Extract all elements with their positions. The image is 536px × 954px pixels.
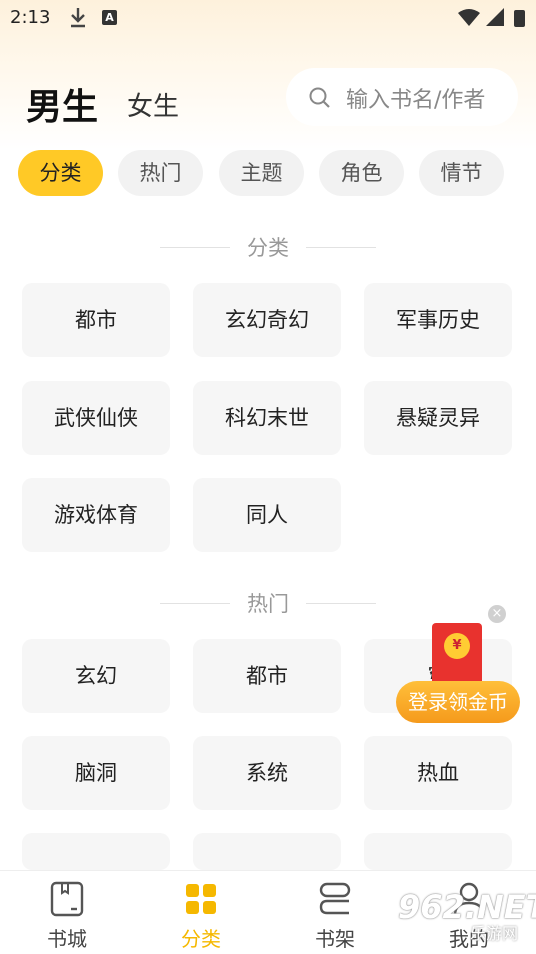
category-card[interactable]: 悬疑灵异: [364, 381, 512, 455]
wifi-icon: [458, 9, 480, 26]
watermark-sub: 乐游网: [470, 924, 519, 943]
category-card[interactable]: 军事历史: [364, 283, 512, 357]
category-card[interactable]: 科幻末世: [193, 381, 341, 455]
tab-female[interactable]: 女生: [127, 86, 179, 123]
tab-bookshelf[interactable]: 书架: [290, 879, 380, 951]
login-coin-promo[interactable]: × ¥ 登录领金币: [396, 605, 521, 725]
category-grid-icon: [186, 884, 216, 914]
divider-line: [306, 247, 376, 248]
category-card[interactable]: 游戏体育: [22, 478, 170, 552]
tab-book-city[interactable]: 书城: [22, 879, 112, 951]
hot-card[interactable]: 都市: [193, 639, 341, 713]
search-input[interactable]: 输入书名/作者: [286, 68, 518, 126]
tab-label: 书城: [47, 927, 87, 951]
red-packet-icon: ¥: [432, 623, 482, 687]
chip-theme[interactable]: 主题: [219, 150, 304, 196]
category-card[interactable]: 同人: [193, 478, 341, 552]
close-promo-icon[interactable]: ×: [488, 605, 506, 623]
download-icon: [71, 8, 85, 28]
cell-signal-icon: [486, 8, 504, 26]
section-title-text: 热门: [247, 592, 289, 616]
watermark-logo: 962.NET 乐游网: [398, 888, 536, 948]
search-placeholder: 输入书名/作者: [346, 88, 486, 113]
bookshelf-icon: [319, 882, 351, 915]
search-icon: [309, 87, 330, 108]
section-title-text: 分类: [247, 236, 289, 260]
chip-plot[interactable]: 情节: [419, 150, 504, 196]
status-bar: 2:13 A: [0, 0, 536, 36]
chip-role[interactable]: 角色: [319, 150, 404, 196]
divider-line: [306, 603, 376, 604]
hot-card[interactable]: 热血: [364, 736, 512, 810]
header: 男生 女生 输入书名/作者: [0, 60, 536, 140]
tab-male[interactable]: 男生: [26, 78, 98, 130]
divider-line: [160, 603, 230, 604]
hot-card[interactable]: 脑洞: [22, 736, 170, 810]
hot-card[interactable]: 系统: [193, 736, 341, 810]
tab-label: 分类: [181, 927, 221, 951]
category-card[interactable]: 武侠仙侠: [22, 381, 170, 455]
category-card[interactable]: 玄幻奇幻: [193, 283, 341, 357]
status-signal-icons: [458, 8, 525, 27]
hot-card-partial[interactable]: [193, 833, 341, 870]
notification-a-icon: A: [102, 10, 117, 25]
coin-icon: ¥: [444, 633, 470, 659]
status-time: 2:13: [10, 7, 51, 28]
category-card[interactable]: 都市: [22, 283, 170, 357]
book-city-icon: [50, 881, 84, 917]
hot-card-partial[interactable]: [22, 833, 170, 870]
battery-icon: [514, 10, 525, 27]
divider-line: [160, 247, 230, 248]
hot-card[interactable]: 玄幻: [22, 639, 170, 713]
tab-label: 书架: [315, 927, 355, 951]
hot-card-partial[interactable]: [364, 833, 512, 870]
chip-hot[interactable]: 热门: [118, 150, 203, 196]
tab-category[interactable]: 分类: [156, 879, 246, 951]
login-coin-button[interactable]: 登录领金币: [396, 681, 520, 723]
section-title: 分类: [0, 232, 536, 262]
chip-category[interactable]: 分类: [18, 150, 103, 196]
